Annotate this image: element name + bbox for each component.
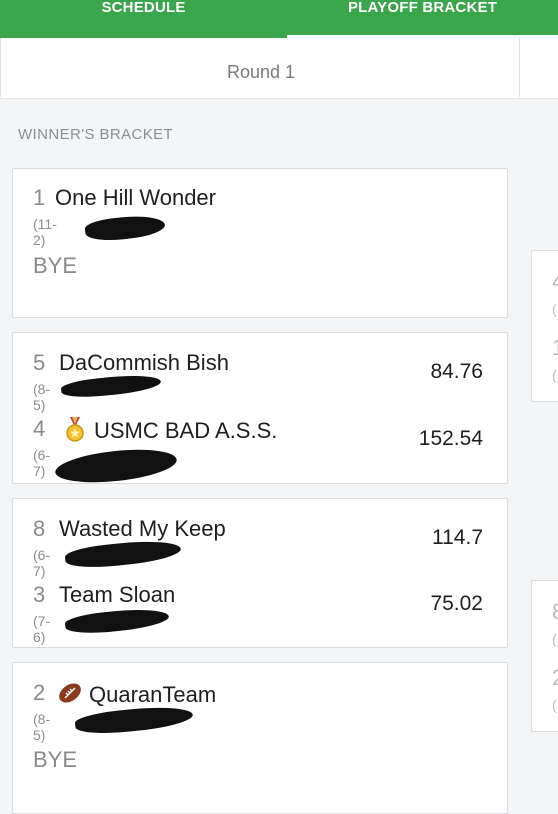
team-record: (6-7) xyxy=(33,547,51,579)
team-seed: 1 xyxy=(33,185,46,210)
round-selector-bar: Round 1 xyxy=(0,38,558,99)
team-name-with-icon: QuaranTeam xyxy=(57,680,216,708)
tab-playoff-bracket[interactable]: PLAYOFF BRACKET xyxy=(287,0,558,38)
peek-seed: 1 xyxy=(552,335,558,361)
team-name: DaCommish Bish xyxy=(59,350,229,375)
team-name: QuaranTeam xyxy=(89,682,217,707)
team-record: (8-5) xyxy=(33,381,51,413)
team-score: 75.02 xyxy=(430,592,483,615)
peek-seed: 8 xyxy=(552,599,558,625)
team-name: USMC BAD A.S.S. xyxy=(94,418,278,443)
team-name: Wasted My Keep xyxy=(59,516,226,541)
winners-bracket-heading: WINNER'S BRACKET xyxy=(18,126,174,143)
round-label: Round 1 xyxy=(226,62,296,82)
team-score: 84.76 xyxy=(430,360,483,383)
team-name: Team Sloan xyxy=(59,582,176,607)
redaction-mark xyxy=(84,212,166,244)
tab-playoff-bracket-label: PLAYOFF BRACKET xyxy=(347,0,498,16)
team-record: (8-5) xyxy=(33,711,51,743)
round-2-cell[interactable] xyxy=(519,38,558,97)
team-seed: 4 xyxy=(33,416,46,441)
round-1-cell[interactable]: Round 1 xyxy=(0,38,521,97)
tab-schedule-label: SCHEDULE xyxy=(101,0,186,16)
redaction-mark xyxy=(53,444,179,488)
team-seed: 2 xyxy=(33,680,46,705)
next-round-card-1[interactable]: 4 ( 1 ( xyxy=(531,250,558,402)
peek-seed: 2 xyxy=(552,665,558,691)
matchup-card-4[interactable]: 2 QuaranTeam (8-5) BYE xyxy=(12,662,508,814)
team-seed: 3 xyxy=(33,582,46,607)
team-record: (11-2) xyxy=(33,216,57,248)
team-seed: 8 xyxy=(33,516,46,541)
team-name: One Hill Wonder xyxy=(55,185,216,210)
redaction-mark xyxy=(74,702,194,738)
peek-record: ( xyxy=(552,367,557,383)
redaction-mark xyxy=(64,536,182,572)
redaction-mark xyxy=(64,605,170,637)
team-record: (6-7) xyxy=(33,447,51,479)
medal-icon xyxy=(66,417,84,442)
redaction-mark xyxy=(60,371,162,401)
team-record: (7-6) xyxy=(33,613,51,645)
team-seed: 5 xyxy=(33,350,46,375)
team-score: 152.54 xyxy=(418,427,483,450)
next-round-card-2[interactable]: 8 ( 2 ( xyxy=(531,580,558,732)
top-tab-bar: SCHEDULE PLAYOFF BRACKET xyxy=(0,0,558,38)
peek-record: ( xyxy=(552,631,557,647)
team-score: 114.7 xyxy=(432,526,483,549)
tab-schedule[interactable]: SCHEDULE xyxy=(0,0,287,38)
bye-label: BYE xyxy=(33,253,78,278)
football-icon xyxy=(59,683,81,703)
peek-seed: 4 xyxy=(552,269,558,295)
peek-record: ( xyxy=(552,301,557,317)
bye-label: BYE xyxy=(33,747,78,772)
peek-record: ( xyxy=(552,697,557,713)
team-name-with-icon: USMC BAD A.S.S. xyxy=(62,416,277,444)
matchup-card-3[interactable]: 8 Wasted My Keep (6-7) 114.7 3 Team Sloa… xyxy=(12,498,508,648)
matchup-card-1[interactable]: 1 One Hill Wonder (11-2) BYE xyxy=(12,168,508,318)
matchup-card-2[interactable]: 5 DaCommish Bish (8-5) 84.76 4 USMC BAD … xyxy=(12,332,508,488)
